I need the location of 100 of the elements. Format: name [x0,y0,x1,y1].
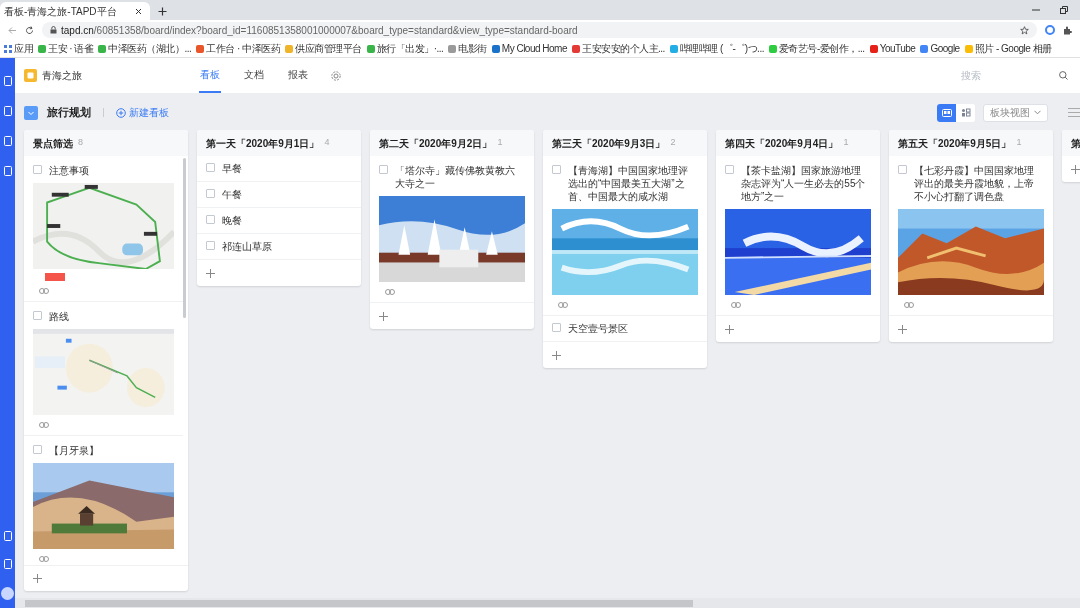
bookmark-link[interactable]: 哔哩哔哩 (゜-゜)つ... [679,41,764,56]
browser-tab[interactable]: 看板-青海之旅-TAPD平台 [0,2,150,20]
minimize-icon[interactable] [1032,6,1040,14]
card-count: 1 [1016,136,1022,150]
task-card[interactable]: 祁连山草原 [197,234,361,260]
task-card[interactable]: 【茶卡盐湖】国家旅游地理杂志评为“人一生必去的55个地方”之一 [716,156,880,316]
back-icon[interactable] [8,25,17,35]
card-title: 【月牙泉】 [49,444,100,457]
nav-tab[interactable]: 报表 [287,58,309,93]
checkbox[interactable] [206,241,215,250]
puzzle-icon[interactable] [1063,25,1072,35]
search-field[interactable]: 搜索 [961,68,1059,83]
link-icon [39,556,49,562]
bookmark-link[interactable]: Google [930,41,960,56]
task-card[interactable]: 路线 [24,302,183,436]
column-title: 第五天「2020年9月5日」 [898,136,1012,151]
new-tab-icon[interactable] [158,7,167,16]
reload-icon[interactable] [25,25,34,35]
bookmark-link[interactable]: 爱奇艺号-爱创作，... [778,41,865,56]
add-card-icon[interactable] [1071,164,1080,174]
add-icon [116,107,126,118]
address-bar[interactable]: tapd.cn/60851358/board/index?board_id=1160851358001000007&board_type=standard&view_type=standard-board [42,22,1037,38]
checkbox[interactable] [33,311,42,320]
task-card[interactable]: 天空壹号景区 [543,316,707,342]
board-name: 旅行规划 [47,105,91,121]
chevron-down-icon [1034,110,1041,115]
card-title: 【茶卡盐湖】国家旅游地理杂志评为“人一生必去的55个地方”之一 [741,164,867,203]
add-card-icon[interactable] [379,311,388,321]
sidebar-icon[interactable] [3,106,12,116]
add-card-icon[interactable] [33,574,42,583]
checkbox[interactable] [33,165,42,174]
view-toggle-button[interactable] [937,103,956,122]
nav-tab[interactable]: 文档 [243,58,265,93]
close-icon[interactable] [135,7,142,15]
card-count: 1 [497,136,503,150]
card-title: 「塔尔寺」藏传佛教黄教六大寺之一 [395,164,516,190]
task-card[interactable]: 【月牙泉】 [24,436,183,565]
link-icon [558,302,568,308]
scrollbar-thumb[interactable] [25,600,693,607]
link-icon [385,289,395,295]
bookmark-link[interactable]: YouTube [879,41,916,56]
task-card[interactable]: 午餐 [197,182,361,208]
scrollbar-thumb[interactable] [183,158,186,318]
bookmark-link[interactable]: 照片 - Google 相册 [974,41,1052,56]
add-card-icon[interactable] [898,324,907,334]
extension-icon[interactable] [1045,25,1055,35]
bookmark-link[interactable]: 应用 [14,41,33,56]
sidebar-icon[interactable] [3,559,12,569]
task-card[interactable]: 【七彩丹霞】中国国家地理评出的最美丹霞地貌，上帝不小心打翻了调色盘 [889,156,1053,316]
bookmark-link[interactable]: My Cloud Home [501,41,567,56]
bookmark-link[interactable]: 工作台 · 中泽医药 [206,41,281,56]
bookmark-link[interactable]: 中泽医药（湖北）... [108,41,192,56]
checkbox[interactable] [206,189,215,198]
sidebar-icon[interactable] [3,531,12,541]
bookmark-link[interactable]: 电影街 [458,41,487,56]
card-title: 【七彩丹霞】中国国家地理评出的最美丹霞地貌，上帝不小心打翻了调色盘 [914,164,1035,203]
project-name: 青海之旅 [42,69,82,83]
sidebar-icon[interactable] [3,76,12,86]
board-view-icon [941,108,952,117]
checkbox[interactable] [552,323,561,332]
new-board-button[interactable]: 新建看板 [116,105,169,120]
task-card[interactable]: 「塔尔寺」藏传佛教黄教六大寺之一 [370,156,534,303]
checkbox[interactable] [206,215,215,224]
settings-icon[interactable] [331,70,341,81]
task-card[interactable]: 晚餐 [197,208,361,234]
task-card[interactable]: 早餐 [197,156,361,182]
checkbox[interactable] [552,165,561,174]
card-title: 午餐 [222,188,243,201]
bookmark-link[interactable]: 旅行「出发」·... [376,41,444,56]
nav-tab[interactable]: 看板 [199,58,221,93]
card-title: 晚餐 [222,214,243,227]
menu-icon[interactable] [1068,108,1080,117]
checkbox[interactable] [379,165,388,174]
collapse-button[interactable] [24,105,38,120]
add-card-icon[interactable] [725,324,734,334]
card-count: 8 [78,136,83,150]
apps-icon[interactable] [4,44,12,53]
checkbox[interactable] [33,445,42,454]
view-dropdown[interactable]: 板块视图 [983,103,1048,122]
tab-title: 看板-青海之旅-TAPD平台 [4,4,118,19]
add-card-icon[interactable] [552,350,561,360]
search-icon[interactable] [1059,71,1068,80]
sidebar-icon[interactable] [3,136,12,146]
checkbox[interactable] [725,165,734,174]
task-card[interactable]: 注意事项 [24,156,183,302]
add-card-icon[interactable] [206,268,215,278]
column-title: 第 [1071,136,1080,151]
person-list-icon [960,108,971,117]
column-title: 景点筛选 [33,136,73,151]
checkbox[interactable] [206,163,215,172]
card-count: 4 [324,136,330,150]
restore-icon[interactable] [1060,6,1068,14]
bookmark-link[interactable]: 王安 · 语雀 [48,41,94,56]
avatar[interactable] [1,587,14,600]
sidebar-icon[interactable] [3,166,12,176]
star-icon[interactable] [1020,25,1029,35]
task-card[interactable]: 【青海湖】中国国家地理评选出的“中国最美五大湖”之首、中国最大的咸水湖 [543,156,707,316]
bookmark-link[interactable]: 王安安安的个人主... [582,41,665,56]
checkbox[interactable] [898,165,907,174]
bookmark-link[interactable]: 供应商管理平台 [295,41,362,56]
